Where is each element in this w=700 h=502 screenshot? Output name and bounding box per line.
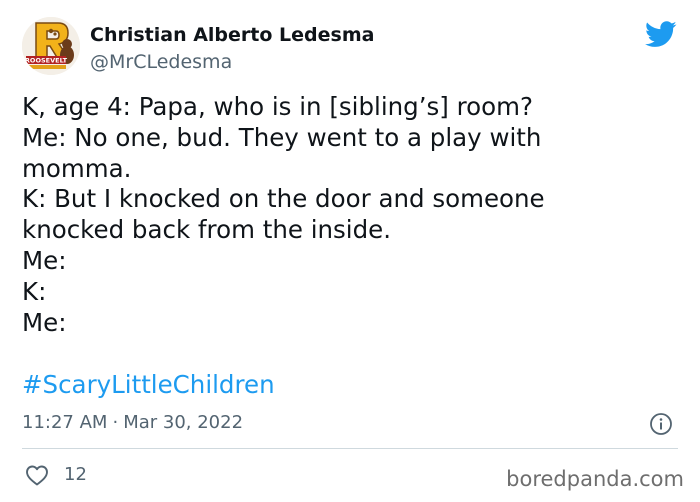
avatar[interactable]: ROOSEVELT [22, 17, 80, 75]
twitter-bird-icon[interactable] [645, 21, 677, 48]
timestamp-separator: · [112, 412, 119, 433]
tweet-line: K: But I knocked on the door and someone [22, 184, 545, 214]
roosevelt-logo-icon: ROOSEVELT [22, 17, 80, 75]
like-count: 12 [64, 464, 87, 485]
tweet-line: momma. [22, 153, 132, 183]
watermark: boredpanda.com [506, 467, 684, 491]
tweet-line: K: [22, 276, 47, 306]
tweet-date: Mar 30, 2022 [123, 412, 244, 433]
tweet-time: 11:27 AM [22, 412, 108, 433]
avatar-banner-text: ROOSEVELT [25, 57, 68, 65]
heart-icon[interactable] [25, 464, 49, 486]
info-icon[interactable] [649, 412, 673, 436]
tweet-line: K, age 4: Papa, who is in [sibling’s] ro… [22, 92, 534, 121]
hashtag-link[interactable]: #ScaryLittleChildren [22, 369, 275, 401]
tweet-line: Me: [22, 245, 67, 275]
tweet-line: knocked back from the inside. [22, 215, 392, 245]
tweet-text: K, age 4: Papa, who is in [sibling’s] ro… [22, 92, 682, 338]
author-handle[interactable]: @MrCLedesma [90, 49, 232, 75]
divider [22, 448, 678, 449]
tweet-line: Me: No one, bud. They went to a play wit… [22, 122, 542, 152]
tweet-card: ROOSEVELT Christian Alberto Ledesma @MrC… [0, 0, 700, 502]
tweet-timestamp[interactable]: 11:27 AM · Mar 30, 2022 [22, 410, 243, 436]
tweet-line: Me: [22, 307, 67, 337]
author-name[interactable]: Christian Alberto Ledesma [90, 22, 374, 48]
